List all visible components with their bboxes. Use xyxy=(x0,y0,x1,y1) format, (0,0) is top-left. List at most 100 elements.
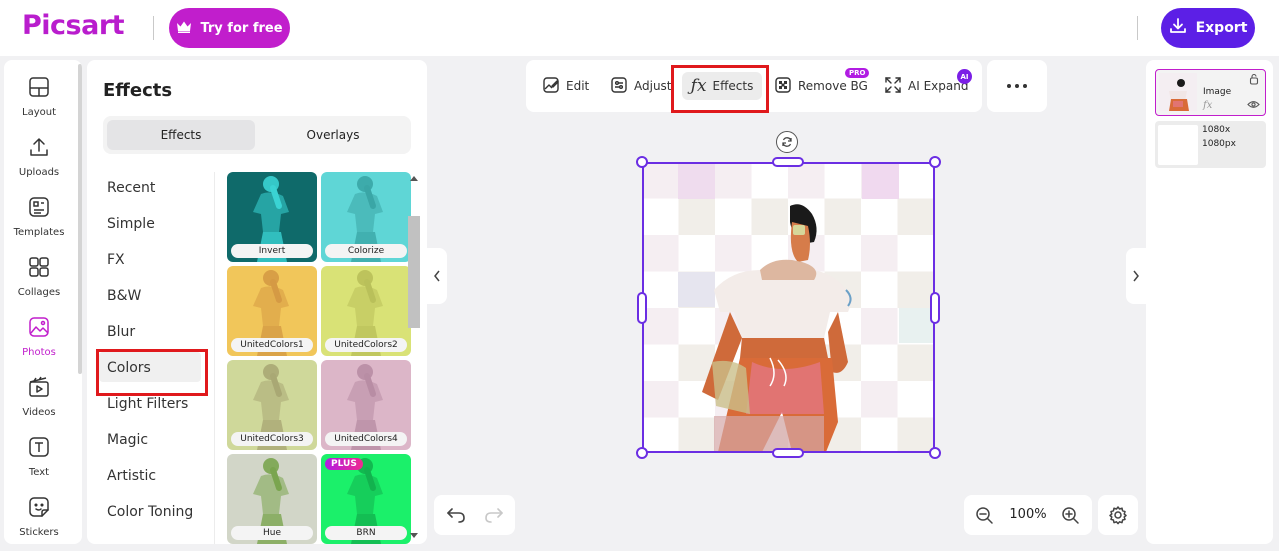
category-artistic[interactable]: Artistic xyxy=(107,468,156,484)
layer-name: Image xyxy=(1203,87,1232,97)
rail-item-templates[interactable]: Templates xyxy=(4,196,74,250)
stickers-icon xyxy=(28,496,50,522)
scroll-down-icon xyxy=(410,533,418,538)
redo-icon[interactable] xyxy=(484,506,504,524)
try-for-free-button[interactable]: Try for free xyxy=(169,8,290,48)
photos-icon xyxy=(28,316,50,342)
scroll-up-icon xyxy=(410,176,418,181)
rail-label: Photos xyxy=(22,347,56,358)
export-button[interactable]: Export xyxy=(1161,8,1255,48)
picsart-logo[interactable]: Picsart xyxy=(22,10,125,41)
category-light-filters[interactable]: Light Filters xyxy=(107,396,188,412)
effect-thumbnail[interactable]: BRN PLUS xyxy=(321,454,411,544)
rail-item-stickers[interactable]: Stickers xyxy=(4,496,74,544)
zoom-out-icon[interactable] xyxy=(975,506,994,525)
effect-thumbnail-label: Colorize xyxy=(325,244,407,258)
rotate-handle[interactable] xyxy=(776,131,798,153)
rail-scrollbar[interactable] xyxy=(78,64,82,374)
effect-thumbnail[interactable]: UnitedColors2 xyxy=(321,266,411,356)
resize-handle-top-left[interactable] xyxy=(636,156,648,168)
rotate-icon xyxy=(782,137,792,147)
resize-handle-top-right[interactable] xyxy=(929,156,941,168)
resize-handle-left[interactable] xyxy=(637,292,647,324)
adjust-button[interactable]: Adjust xyxy=(610,72,672,100)
templates-icon xyxy=(28,196,50,222)
rail-item-photos[interactable]: Photos xyxy=(4,316,74,370)
tab-effects[interactable]: Effects xyxy=(107,120,255,150)
export-label: Export xyxy=(1195,20,1248,36)
eye-icon[interactable] xyxy=(1247,100,1260,109)
chevron-right-icon xyxy=(1133,270,1139,282)
selection-border xyxy=(642,162,935,453)
layer-thumbnail xyxy=(1159,73,1197,111)
plus-badge: PLUS xyxy=(325,458,363,470)
image-toolbar: Edit Adjust ƒx Effects Remove BG PRO AI … xyxy=(526,60,982,113)
canvas-size-height: 1080px xyxy=(1202,139,1236,149)
resize-handle-bottom-right[interactable] xyxy=(929,447,941,459)
effect-thumbnail[interactable]: UnitedColors4 xyxy=(321,360,411,450)
rail-label: Stickers xyxy=(19,527,59,538)
layer-image[interactable]: Image fx xyxy=(1155,69,1266,116)
rail-item-uploads[interactable]: Uploads xyxy=(4,136,74,190)
rail-label: Templates xyxy=(13,227,65,238)
rail-item-text[interactable]: Text xyxy=(4,436,74,490)
category-recent[interactable]: Recent xyxy=(107,180,155,196)
upload-icon xyxy=(28,136,50,162)
category-blur[interactable]: Blur xyxy=(107,324,135,340)
crown-icon xyxy=(176,20,192,37)
effect-thumbnail[interactable]: Hue xyxy=(227,454,317,544)
pro-badge: PRO xyxy=(845,68,870,78)
layer-canvas[interactable]: 1080x 1080px xyxy=(1155,121,1266,168)
resize-handle-bottom-left[interactable] xyxy=(636,447,648,459)
zoom-in-icon[interactable] xyxy=(1061,506,1080,525)
category-magic[interactable]: Magic xyxy=(107,432,148,448)
more-dots-icon xyxy=(1007,84,1027,88)
canvas-image[interactable] xyxy=(642,162,935,453)
gear-icon xyxy=(1109,506,1127,525)
thumbnail-scrollbar[interactable] xyxy=(407,172,421,542)
history-controls xyxy=(434,495,515,535)
effect-thumbnail[interactable]: UnitedColors1 xyxy=(227,266,317,356)
resize-handle-bottom[interactable] xyxy=(772,448,804,458)
remove-bg-label: Remove BG xyxy=(798,79,868,93)
expand-layers-button[interactable] xyxy=(1126,248,1146,304)
highlight-box-effects xyxy=(671,65,769,113)
effect-thumbnail[interactable]: UnitedColors3 xyxy=(227,360,317,450)
effect-thumbnail-label: UnitedColors2 xyxy=(325,338,407,352)
rail-item-layout[interactable]: Layout xyxy=(4,76,74,130)
lock-icon[interactable] xyxy=(1249,73,1259,85)
category-fx[interactable]: FX xyxy=(107,252,125,268)
effect-thumbnail[interactable]: Invert xyxy=(227,172,317,262)
effects-panel: Effects Effects Overlays Recent Simple F… xyxy=(87,60,427,544)
resize-handle-top[interactable] xyxy=(772,157,804,167)
rail-label: Layout xyxy=(22,107,56,118)
rail-item-collages[interactable]: Collages xyxy=(4,256,74,310)
rail-label: Collages xyxy=(17,287,61,298)
collapse-panel-button[interactable] xyxy=(427,248,447,304)
more-options-button[interactable] xyxy=(987,60,1047,112)
category-color-toning[interactable]: Color Toning xyxy=(107,504,193,520)
layer-fx-indicator: fx xyxy=(1203,100,1213,111)
undo-icon[interactable] xyxy=(446,506,466,524)
videos-icon xyxy=(28,376,50,402)
layout-icon xyxy=(28,76,50,102)
scrollbar-thumb[interactable] xyxy=(408,216,420,328)
edit-button[interactable]: Edit xyxy=(542,72,589,100)
category-simple[interactable]: Simple xyxy=(107,216,155,232)
ai-expand-button[interactable]: AI Expand xyxy=(884,72,968,100)
category-bw[interactable]: B&W xyxy=(107,288,141,304)
adjust-icon xyxy=(610,76,628,97)
collages-icon xyxy=(28,256,50,282)
rail-item-videos[interactable]: Videos xyxy=(4,376,74,430)
tab-overlays[interactable]: Overlays xyxy=(259,120,407,150)
try-for-free-label: Try for free xyxy=(200,20,283,36)
effect-thumbnail-label: Hue xyxy=(231,526,313,540)
effect-thumbnail-label: BRN xyxy=(325,526,407,540)
ai-badge: AI xyxy=(957,69,972,84)
divider xyxy=(214,172,215,544)
remove-bg-icon xyxy=(774,76,792,97)
divider xyxy=(153,16,154,40)
effect-thumbnail[interactable]: Colorize xyxy=(321,172,411,262)
canvas-settings-button[interactable] xyxy=(1098,495,1138,535)
resize-handle-right[interactable] xyxy=(930,292,940,324)
